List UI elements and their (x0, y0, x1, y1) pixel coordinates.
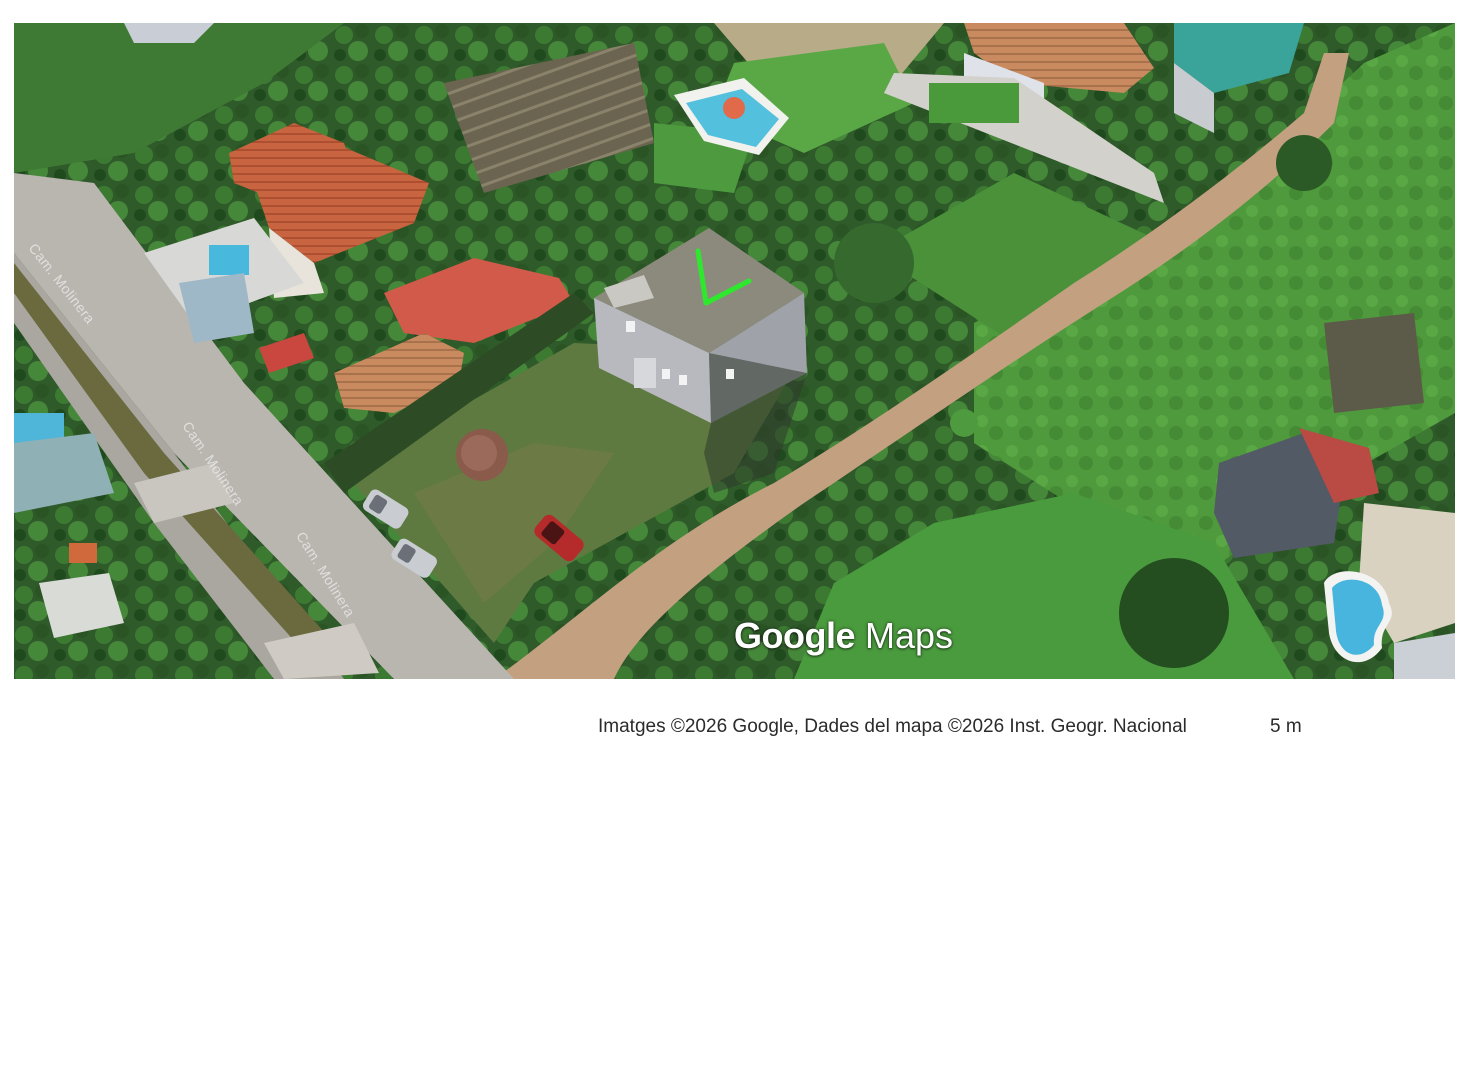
map-scale-label: 5 m (1270, 716, 1302, 737)
satellite-map-view[interactable]: Cam. Molinera Cam. Molinera Cam. Moliner… (14, 23, 1455, 679)
maps-wordmark: Maps (865, 615, 954, 656)
satellite-imagery (14, 23, 1455, 679)
google-wordmark: Google (734, 615, 856, 656)
map-attribution: Imatges ©2026 Google, Dades del mapa ©20… (598, 716, 1187, 737)
google-maps-logo: Google Maps (734, 615, 953, 657)
